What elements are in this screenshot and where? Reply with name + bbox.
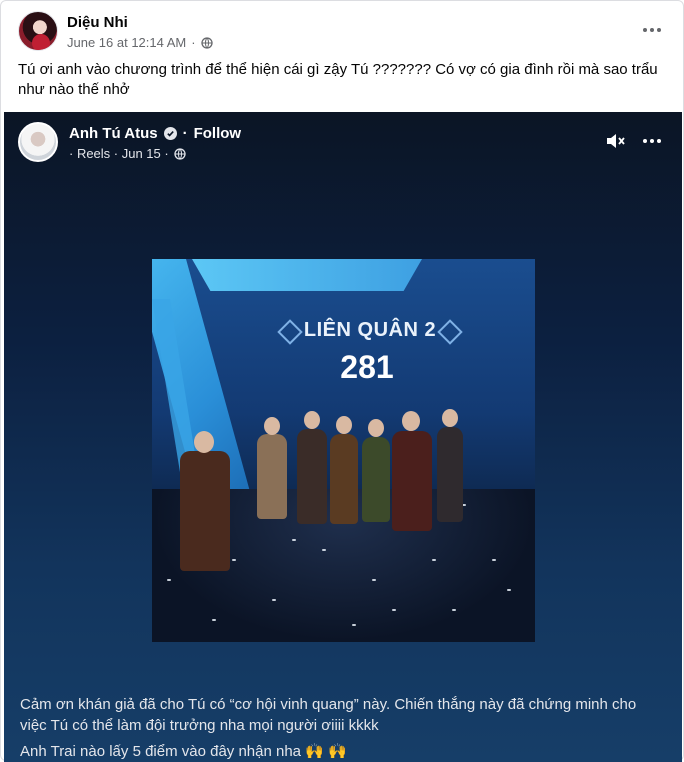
reel-meta-text[interactable]: · Reels · Jun 15 · [69,146,169,161]
globe-icon [174,147,186,160]
author-follow-separator: · [182,125,188,142]
post-text: Tú ơi anh vào chương trình để thể hiện c… [18,61,658,98]
meta-separator: · [191,35,196,50]
verified-badge-icon [163,127,177,140]
follow-button[interactable]: Follow [194,125,242,142]
more-dots-icon [643,139,661,143]
reel-meta: · Reels · Jun 15 · [69,146,186,161]
reel-author-name[interactable]: Anh Tú Atus [69,125,158,142]
stage-score: 281 [340,349,394,385]
author-avatar[interactable] [18,11,58,51]
more-dots-icon [643,28,661,32]
post-meta: June 16 at 12:14 AM · [67,35,213,50]
stage-light-top [192,259,422,291]
reel-video[interactable]: LIÊN QUÂN 2 281 [152,259,535,642]
reel-caption: Cảm ơn khán giả đã cho Tú có “cơ hội vin… [20,696,637,734]
reel-header: Anh Tú Atus · Follow · Reels · Jun 15 · [18,122,668,167]
reel-author-avatar[interactable] [18,122,58,162]
post-header: Diệu Nhi June 16 at 12:14 AM · [18,11,668,53]
author-name[interactable]: Diệu Nhi [67,14,128,31]
reel-caption-line-2: Anh Trai nào lấy 5 điểm vào đây nhận nha… [20,743,347,760]
post-more-button[interactable] [640,19,664,41]
speaker-muted-icon [607,134,625,148]
reel-more-button[interactable] [640,130,664,152]
facebook-post: Diệu Nhi June 16 at 12:14 AM · Tú ơi anh… [0,0,684,762]
stage-title: LIÊN QUÂN 2 [285,315,455,345]
reel-author-line: Anh Tú Atus · Follow [69,125,241,142]
post-timestamp[interactable]: June 16 at 12:14 AM [67,35,186,50]
mute-button[interactable] [604,130,628,152]
shared-reel: Anh Tú Atus · Follow · Reels · Jun 15 · [4,112,682,762]
globe-icon [200,36,213,49]
